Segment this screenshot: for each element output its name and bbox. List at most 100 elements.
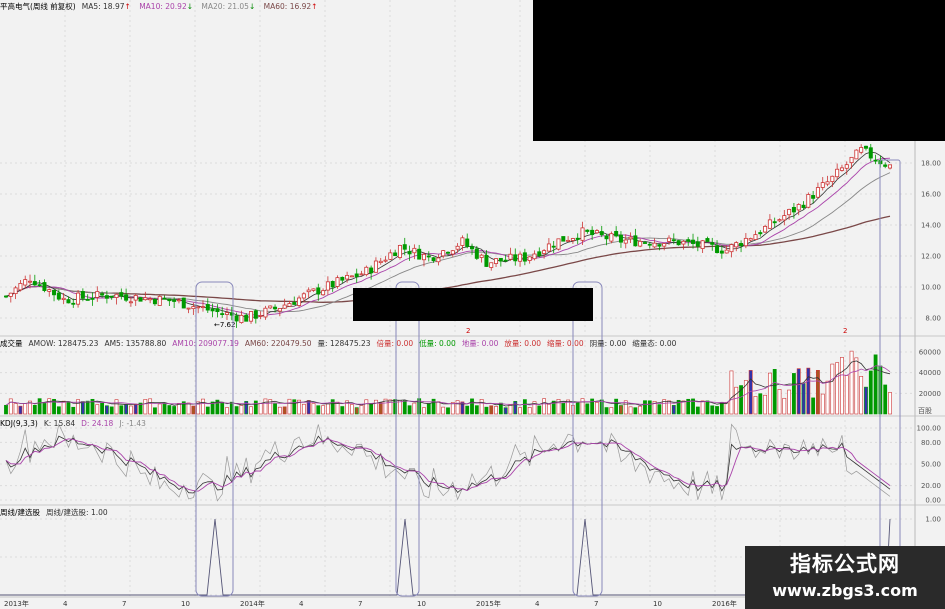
- candle-up: [556, 238, 561, 250]
- am10-label: AM10: 209077.19: [172, 339, 239, 348]
- candle-up: [388, 252, 393, 260]
- volume-bar: [806, 367, 811, 415]
- kdj-k-label: K: 15.84: [43, 419, 76, 428]
- volume-bar: [724, 402, 729, 415]
- volume-header: 成交量 AMOW: 128475.23 AM5: 135788.80 AM10: 20…: [0, 338, 682, 350]
- candle-up: [532, 253, 537, 260]
- volume-bar: [787, 389, 792, 415]
- candle-up: [518, 253, 523, 262]
- candle-up: [839, 167, 844, 171]
- candle-down: [618, 234, 623, 243]
- kdj-tick-label: 20.00: [921, 482, 941, 490]
- candle-up: [441, 250, 446, 257]
- candle-up: [186, 307, 191, 310]
- candle-down: [152, 298, 157, 305]
- candle-up: [176, 299, 181, 302]
- time-tick-label: 2013年: [4, 599, 29, 608]
- volume-bar: [705, 400, 710, 415]
- volume-bar: [657, 404, 662, 415]
- signal-value: 周线/建选股: 1.00: [46, 508, 108, 517]
- time-tick-label: 2014年: [240, 599, 265, 608]
- volume-bar: [854, 357, 859, 415]
- candle-up: [412, 247, 417, 254]
- volume-bar: [503, 407, 508, 415]
- candle-down: [474, 248, 479, 259]
- time-tick-label: 2016年: [712, 599, 737, 608]
- volume-bar: [710, 405, 715, 415]
- candle-down: [739, 243, 744, 247]
- candle-up: [345, 275, 350, 280]
- candle-up: [306, 289, 311, 293]
- candle-up: [143, 297, 148, 301]
- candle-down: [369, 267, 374, 274]
- volume-bar: [542, 398, 546, 415]
- candle-up: [815, 187, 820, 198]
- candle-up: [681, 240, 686, 245]
- candle-down: [220, 313, 225, 315]
- kdj-d-label: D: 24.18: [81, 419, 114, 428]
- candle-down: [124, 294, 129, 301]
- price-tick-label: 14.00: [921, 222, 941, 230]
- volume-bar: [153, 407, 157, 415]
- volume-bar: [868, 370, 873, 415]
- volume-bar: [777, 389, 782, 415]
- volume-bar: [422, 407, 426, 415]
- kdj-tick-label: 80.00: [921, 439, 941, 447]
- candle-up: [436, 257, 441, 263]
- signal-tick-label: 1.00: [925, 516, 941, 524]
- candle-up: [763, 225, 768, 233]
- ma20-arrow-icon: ↓: [248, 2, 256, 11]
- volume-bar: [489, 405, 494, 415]
- volume-bar: [474, 405, 479, 415]
- candle-down: [873, 159, 878, 162]
- candle-up: [489, 262, 494, 268]
- candle-down: [417, 248, 422, 260]
- candle-up: [378, 260, 383, 263]
- candle-up: [383, 259, 388, 262]
- candle-up: [609, 233, 614, 242]
- candle-up: [830, 175, 835, 182]
- candle-down: [244, 314, 249, 322]
- candle-down: [393, 252, 398, 257]
- candle-up: [47, 289, 52, 292]
- ma60-label: MA60: 16.92: [263, 2, 312, 11]
- ma20-label: MA20: 21.05: [201, 2, 249, 11]
- candle-up: [28, 280, 33, 283]
- candle-down: [695, 241, 700, 247]
- candle-up: [570, 238, 575, 241]
- candle-up: [277, 308, 282, 312]
- candle-down: [614, 231, 619, 237]
- candle-down: [868, 147, 873, 159]
- vol-flag-3: 地量: 0.00: [461, 339, 499, 348]
- volume-bar: [335, 401, 340, 415]
- volume-bar: [109, 406, 114, 415]
- candle-up: [820, 182, 825, 188]
- candle-up: [460, 237, 465, 246]
- volume-bar: [455, 400, 460, 415]
- volume-bar: [330, 399, 335, 415]
- candle-up: [753, 234, 758, 240]
- candle-down: [138, 297, 143, 302]
- volume-bar: [253, 400, 258, 415]
- candle-down: [52, 289, 57, 296]
- volume-bar: [273, 403, 277, 415]
- kdj-tick-label: 0.00: [925, 497, 941, 505]
- candle-down: [604, 235, 609, 240]
- candle-up: [421, 253, 426, 261]
- volume-bar: [95, 404, 100, 415]
- candle-up: [61, 297, 66, 300]
- time-tick-label: 10: [653, 600, 662, 608]
- volume-bar: [374, 399, 378, 415]
- volume-bar: [864, 386, 868, 415]
- volume-bar: [71, 406, 76, 415]
- candle-down: [863, 145, 868, 149]
- candle-up: [479, 254, 484, 258]
- volume-bar: [522, 399, 527, 415]
- time-tick-label: 7: [358, 600, 362, 608]
- volume-bar: [13, 403, 18, 415]
- candle-up: [849, 156, 854, 164]
- volume-bar: [167, 405, 172, 415]
- candle-up: [224, 312, 229, 315]
- volume-bar: [61, 400, 66, 415]
- candle-up: [128, 301, 133, 304]
